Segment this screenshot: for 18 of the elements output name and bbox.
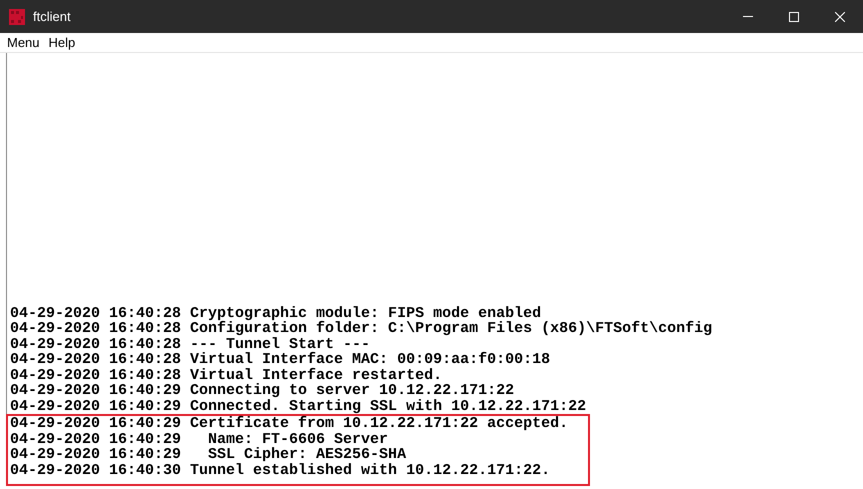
log-line: 04-29-2020 16:40:28 Cryptographic module: FIPS mode enabled: [10, 306, 542, 321]
maximize-icon: [789, 12, 799, 22]
log-line: 04-29-2020 16:40:28 Virtual Interface restarted.: [10, 368, 442, 383]
minimize-icon: [743, 16, 753, 17]
log-line: 04-29-2020 16:40:28 Configuration folder: C:\Program Files (x86)\FTSoft\config: [10, 321, 712, 336]
log-line: 04-29-2020 16:40:29 Certificate from 10.12.22.171:22 accepted.: [10, 416, 568, 432]
log-line: 04-29-2020 16:40:29 Name: FT-6606 Server: [10, 432, 388, 447]
menu-item[interactable]: Help: [48, 32, 76, 52]
menu-item[interactable]: Menu: [7, 32, 40, 52]
close-icon: [835, 12, 845, 22]
log-line: 04-29-2020 16:40:28 --- Tunnel Start ---: [10, 336, 370, 352]
window-title: ftclient: [33, 8, 71, 26]
log-line: 04-29-2020 16:40:30 Tunnel established with 10.12.22.171:22.: [10, 462, 550, 478]
log-line: 04-29-2020 16:40:29 Connecting to server 10.12.22.171:22: [10, 383, 514, 398]
log-line: 04-29-2020 16:40:29 SSL Cipher: AES256-SHA: [10, 447, 406, 462]
app-icon: [9, 8, 25, 24]
log-line: 04-29-2020 16:40:28 Virtual Interface MAC: 00:09:aa:f0:00:18: [10, 352, 550, 368]
log-line: 04-29-2020 16:40:29 Connected. Starting SSL with 10.12.22.171:22: [10, 398, 586, 414]
